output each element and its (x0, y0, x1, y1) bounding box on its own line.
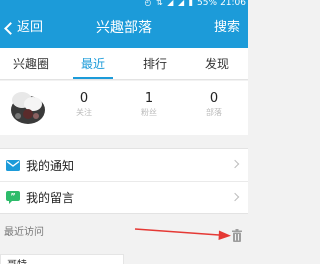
page-title: 兴趣部落 (96, 20, 152, 36)
stat-following-label: 关注 (76, 108, 92, 117)
chevron-right-icon (230, 192, 240, 202)
menu-item-label: 我的留言 (26, 191, 75, 205)
stat-following[interactable]: 0 关注 (54, 91, 114, 119)
stat-fans[interactable]: 1 粉丝 (119, 91, 179, 119)
search-button[interactable]: 搜索 (214, 18, 240, 38)
menu-list: 我的通知 ” 我的留言 (0, 148, 248, 214)
annotation-arrow-icon (134, 228, 231, 240)
status-bar: ◴ ⇅ ◢ ◢ ▮ 55% 21:06 (0, 0, 248, 8)
recent-visit-item[interactable]: 哥特 (0, 254, 124, 264)
stat-following-value: 0 (79, 91, 89, 106)
svg-text:”: ” (10, 192, 15, 201)
battery-percent: 55% (197, 0, 218, 8)
tab-ranking[interactable]: 排行 (124, 48, 186, 79)
stat-fans-label: 粉丝 (141, 108, 157, 117)
stat-fans-value: 1 (144, 91, 154, 106)
tab-recent[interactable]: 最近 (62, 48, 124, 79)
recent-visits-title: 最近访问 (4, 227, 44, 238)
recent-visit-label: 哥特 (7, 256, 27, 264)
chevron-right-icon (230, 159, 240, 169)
trash-icon[interactable] (232, 227, 242, 242)
avatar[interactable] (6, 86, 48, 128)
clock: 21:06 (220, 0, 246, 8)
stat-tribes-value: 0 (209, 91, 219, 106)
mail-icon (6, 158, 20, 172)
profile-summary: 0 关注 1 粉丝 0 部落 (0, 81, 248, 135)
status-icons: ◴ ⇅ ◢ ◢ ▮ (144, 0, 195, 7)
app-bar: 返回 兴趣部落 搜索 (0, 8, 248, 48)
tab-bar: 兴趣圈 最近 排行 发现 (0, 48, 248, 80)
quote-message-icon: ” (6, 191, 20, 205)
stat-tribes[interactable]: 0 部落 (184, 91, 244, 119)
stat-tribes-label: 部落 (206, 108, 222, 117)
menu-item-notifications[interactable]: 我的通知 (0, 149, 248, 181)
menu-item-messages[interactable]: ” 我的留言 (0, 181, 248, 213)
menu-item-label: 我的通知 (26, 158, 75, 173)
tab-interest-circle[interactable]: 兴趣圈 (0, 48, 62, 79)
tab-discover[interactable]: 发现 (186, 48, 248, 79)
